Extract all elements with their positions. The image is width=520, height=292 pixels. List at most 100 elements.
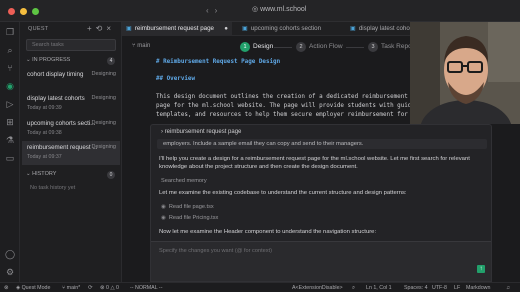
source-control-icon[interactable]: ⑂ <box>4 62 16 74</box>
quest-sidebar: QUEST +⟲× Search tasks ⌄ IN PROGRESS 4 c… <box>20 22 122 282</box>
design-document-editor[interactable]: # Reimbursement Request Page Design ## O… <box>122 56 432 124</box>
explorer-icon[interactable]: ❐ <box>4 26 16 38</box>
account-icon[interactable]: ◯ <box>4 248 16 260</box>
search-tasks-input[interactable]: Search tasks <box>26 39 116 51</box>
chevron-down-icon: ⌄ <box>26 57 31 63</box>
minimize-window-button[interactable] <box>20 8 27 15</box>
search-icon[interactable]: ⌕ <box>352 284 355 292</box>
globe-icon: ◎ <box>252 6 259 13</box>
unsaved-dot-icon[interactable]: ● <box>224 22 228 36</box>
task-item-active[interactable]: reimbursement request ... Designing Toda… <box>22 141 120 165</box>
tool-call[interactable]: ◉ Read file Pricing.tsx <box>161 215 218 221</box>
step-task-report[interactable]: 3 Task Report <box>368 41 416 53</box>
search-icon[interactable]: ⌕ <box>4 44 16 56</box>
task-status: Designing <box>91 144 116 150</box>
sync-icon[interactable]: ⟳ <box>88 284 92 292</box>
quest-mode-indicator[interactable]: ◈ Quest Mode <box>16 284 50 292</box>
sidebar-title: QUEST <box>28 26 49 32</box>
tab-reimbursement-request-page[interactable]: ▣ reimbursement request page ● <box>122 22 232 36</box>
history-header[interactable]: ⌄ HISTORY <box>26 171 56 177</box>
tab-upcoming-cohorts-section[interactable]: ▣ upcoming cohorts section <box>236 22 346 36</box>
doc-line: page for the ml.school website. The page… <box>156 103 426 109</box>
activity-bar: ❐ ⌕ ⑂ ◉ ▷ ⊞ ⚗ ▭ ◯ ⚙ <box>0 22 20 282</box>
task-time: Today at 09:37 <box>27 154 62 160</box>
doc-subheading: ## Overview <box>156 76 196 82</box>
history-count: 0 <box>107 171 115 179</box>
forward-icon[interactable]: › <box>215 6 224 15</box>
warning-icon: △ <box>110 285 115 291</box>
task-time: Today at 09:38 <box>27 130 62 136</box>
markdown-file-icon: ▣ <box>242 25 248 32</box>
in-progress-header[interactable]: ⌄ IN PROGRESS <box>26 57 70 63</box>
close-icon[interactable]: × <box>106 24 115 33</box>
gear-icon[interactable]: ⚙ <box>4 266 16 278</box>
window-controls <box>8 8 39 15</box>
notifications-icon[interactable]: ♫ <box>506 284 510 292</box>
branch-indicator[interactable]: ⑂ main <box>132 43 150 49</box>
git-branch-icon: ⑂ <box>132 43 136 49</box>
presenter-video <box>410 22 520 124</box>
send-button[interactable]: ↑ <box>477 265 485 273</box>
quest-chat-panel: › reimbursement request page employers. … <box>150 124 492 282</box>
close-window-button[interactable] <box>8 8 15 15</box>
assistant-message: Let me examine the existing codebase to … <box>159 190 407 196</box>
history-icon[interactable]: ⟲ <box>96 24 107 33</box>
doc-line: templates, and resources to help them se… <box>156 112 422 118</box>
extensions-icon[interactable]: ⊞ <box>4 116 16 128</box>
remote-icon[interactable]: ▭ <box>4 152 16 164</box>
step-number: 2 <box>296 42 306 52</box>
indentation[interactable]: Spaces: 4 <box>404 284 428 292</box>
in-progress-count: 4 <box>107 57 115 65</box>
doc-heading: # Reimbursement Request Page Design <box>156 59 281 65</box>
eye-icon: ◉ <box>161 204 166 210</box>
quest-icon: ◈ <box>16 285 21 291</box>
doc-line: This design document outlines the creati… <box>156 94 426 100</box>
tool-call[interactable]: ◉ Read file page.tsx <box>161 204 214 210</box>
url-bar[interactable]: ◎ www.ml.school <box>252 5 306 13</box>
navigation-arrows: ‹› <box>206 6 223 15</box>
vim-mode: -- NORMAL -- <box>130 285 163 291</box>
testing-icon[interactable]: ⚗ <box>4 134 16 146</box>
url-text: www.ml.school <box>260 6 307 13</box>
step-design[interactable]: 1 Design <box>240 41 273 53</box>
webcam-overlay <box>410 22 520 124</box>
markdown-file-icon: ▣ <box>126 25 132 32</box>
run-debug-icon[interactable]: ▷ <box>4 98 16 110</box>
tool-call[interactable]: Searched memory <box>161 178 207 184</box>
step-action-flow[interactable]: 2 Action Flow <box>296 41 343 53</box>
line-ending[interactable]: LF <box>454 284 460 292</box>
chevron-right-icon: › <box>161 129 163 135</box>
step-number: 3 <box>368 42 378 52</box>
maximize-window-button[interactable] <box>32 8 39 15</box>
new-task-icon[interactable]: + <box>87 24 96 33</box>
task-status: Designing <box>91 71 116 77</box>
task-item[interactable]: display latest cohorts Designing Today a… <box>22 92 120 116</box>
task-status: Designing <box>91 120 116 126</box>
language-mode[interactable]: Markdown <box>466 284 490 292</box>
task-item[interactable]: upcoming cohorts secti... Designing Toda… <box>22 117 120 141</box>
branch-status[interactable]: ⑂ main* <box>62 284 80 292</box>
extension-status[interactable]: A<ExtensionDisable> <box>292 284 343 292</box>
browser-toolbar: ‹› ◎ www.ml.school <box>0 0 520 22</box>
back-icon[interactable]: ‹ <box>206 6 215 15</box>
remote-indicator-icon[interactable]: ⊗ <box>4 284 8 292</box>
quoted-request: employers. Include a sample email they c… <box>157 139 487 149</box>
task-time: Today at 09:39 <box>27 105 62 111</box>
eye-icon: ◉ <box>161 215 166 221</box>
assistant-message: Now let me examine the Header component … <box>159 229 377 235</box>
task-item[interactable]: cohort display timing Designing <box>22 68 120 92</box>
chevron-down-icon: ⌄ <box>26 171 31 177</box>
chat-title: › reimbursement request page <box>161 129 242 135</box>
quest-icon[interactable]: ◉ <box>4 80 16 92</box>
chat-input[interactable]: Specify the changes you want (@ for cont… <box>151 241 491 281</box>
assistant-message: I'll help you create a design for a reim… <box>159 156 470 170</box>
chat-input-placeholder: Specify the changes you want (@ for cont… <box>159 248 272 254</box>
task-status: Designing <box>91 95 116 101</box>
markdown-file-icon: ▣ <box>350 25 356 32</box>
status-bar: ⊗ ◈ Quest Mode ⑂ main* ⟳ ⊗ 0 △ 0 -- NORM… <box>0 282 520 292</box>
sidebar-tools: +⟲× <box>87 24 115 33</box>
encoding[interactable]: UTF-8 <box>432 284 447 292</box>
history-empty-text: No task history yet <box>30 185 76 191</box>
cursor-position[interactable]: Ln 1, Col 1 <box>366 284 392 292</box>
problems-indicator[interactable]: ⊗ 0 △ 0 <box>100 284 119 292</box>
